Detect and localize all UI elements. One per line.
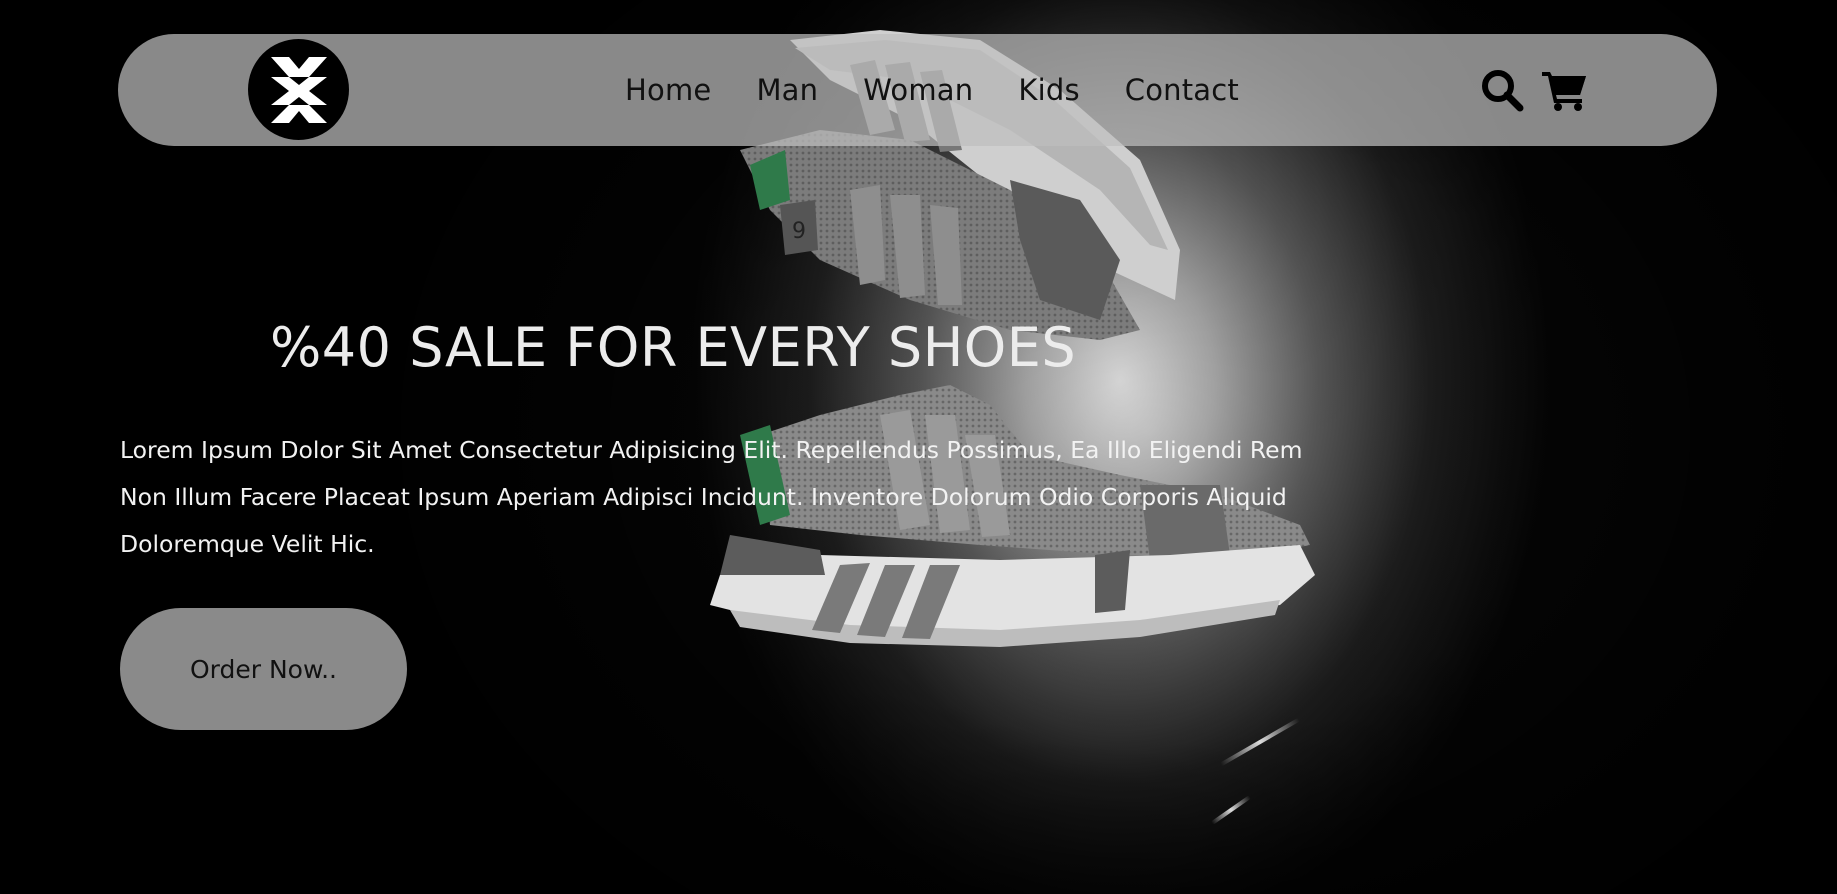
navbar: Home Man Woman Kids Contact (118, 34, 1717, 146)
cart-icon[interactable] (1542, 69, 1588, 111)
logo[interactable] (248, 39, 349, 140)
order-now-button[interactable]: Order Now.. (120, 608, 407, 730)
stylized-x-logo-icon (270, 56, 327, 123)
nav-link-kids[interactable]: Kids (1018, 73, 1079, 107)
search-icon[interactable] (1480, 68, 1524, 112)
nav-link-woman[interactable]: Woman (863, 73, 973, 107)
svg-text:9: 9 (792, 219, 806, 244)
nav-link-home[interactable]: Home (625, 73, 711, 107)
nav-icons (1480, 34, 1588, 146)
nav-links: Home Man Woman Kids Contact (625, 34, 1239, 146)
hero-section: 9 Home Man Woman Kids Contact %40 SALE F… (0, 0, 1837, 894)
hero-headline: %40 SALE FOR EVERY SHOES (270, 316, 1077, 379)
nav-link-contact[interactable]: Contact (1125, 73, 1239, 107)
hero-description: Lorem Ipsum Dolor Sit Amet Consectetur A… (120, 436, 1303, 558)
nav-link-man[interactable]: Man (756, 73, 818, 107)
